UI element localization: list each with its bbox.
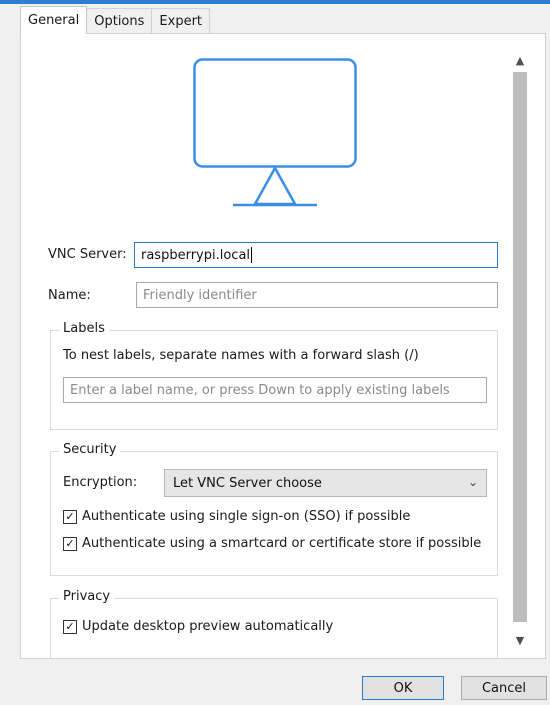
preview-checkbox[interactable]: ✓	[63, 619, 77, 634]
sso-label: Authenticate using single sign-on (SSO) …	[82, 509, 411, 524]
smartcard-option[interactable]: ✓ Authenticate using a smartcard or cert…	[63, 536, 481, 551]
sso-checkbox[interactable]: ✓	[63, 509, 77, 524]
chevron-down-icon: ⌄	[467, 475, 478, 489]
window-top-accent	[0, 0, 550, 4]
name-input[interactable]: Friendly identifier	[136, 282, 498, 308]
chevron-down-icon[interactable]: ▼	[511, 630, 529, 650]
name-label: Name:	[48, 288, 91, 303]
name-placeholder: Friendly identifier	[143, 287, 257, 303]
monitor-icon	[193, 58, 357, 207]
tab-expert[interactable]: Expert	[151, 8, 211, 34]
security-group: Security Encryption: Let VNC Server choo…	[50, 442, 498, 576]
encryption-label: Encryption:	[63, 475, 138, 490]
labels-group-title: Labels	[59, 321, 109, 336]
label-input[interactable]: Enter a label name, or press Down to app…	[63, 377, 487, 403]
vertical-scrollbar[interactable]: ▲ ▼	[511, 44, 529, 650]
general-panel: ▲ ▼ VNC Server: raspberrypi.local Name: …	[20, 33, 546, 659]
labels-hint: To nest labels, separate names with a fo…	[63, 348, 419, 363]
privacy-group-title: Privacy	[59, 589, 115, 604]
privacy-group: Privacy ✓ Update desktop preview automat…	[50, 589, 498, 658]
chevron-up-icon[interactable]: ▲	[511, 50, 529, 70]
smartcard-label: Authenticate using a smartcard or certif…	[82, 536, 482, 551]
encryption-select[interactable]: Let VNC Server choose ⌄	[164, 469, 487, 497]
ok-button[interactable]: OK	[362, 676, 444, 700]
sso-option[interactable]: ✓ Authenticate using single sign-on (SSO…	[63, 509, 410, 524]
smartcard-checkbox[interactable]: ✓	[63, 536, 77, 551]
security-group-title: Security	[59, 442, 121, 457]
preview-label: Update desktop preview automatically	[82, 619, 334, 634]
vnc-server-input[interactable]: raspberrypi.local	[134, 242, 498, 268]
vnc-server-value: raspberrypi.local	[141, 247, 251, 263]
tab-options[interactable]: Options	[86, 8, 153, 34]
tab-general[interactable]: General	[20, 6, 88, 34]
preview-option[interactable]: ✓ Update desktop preview automatically	[63, 619, 333, 634]
encryption-value: Let VNC Server choose	[173, 475, 322, 491]
labels-group: Labels To nest labels, separate names wi…	[50, 321, 498, 430]
text-caret	[251, 247, 253, 263]
cancel-button[interactable]: Cancel	[461, 676, 547, 700]
tab-bar: General Options Expert	[20, 6, 211, 34]
scrollbar-thumb[interactable]	[513, 72, 527, 622]
label-input-placeholder: Enter a label name, or press Down to app…	[70, 382, 450, 398]
vnc-server-label: VNC Server:	[48, 247, 127, 262]
